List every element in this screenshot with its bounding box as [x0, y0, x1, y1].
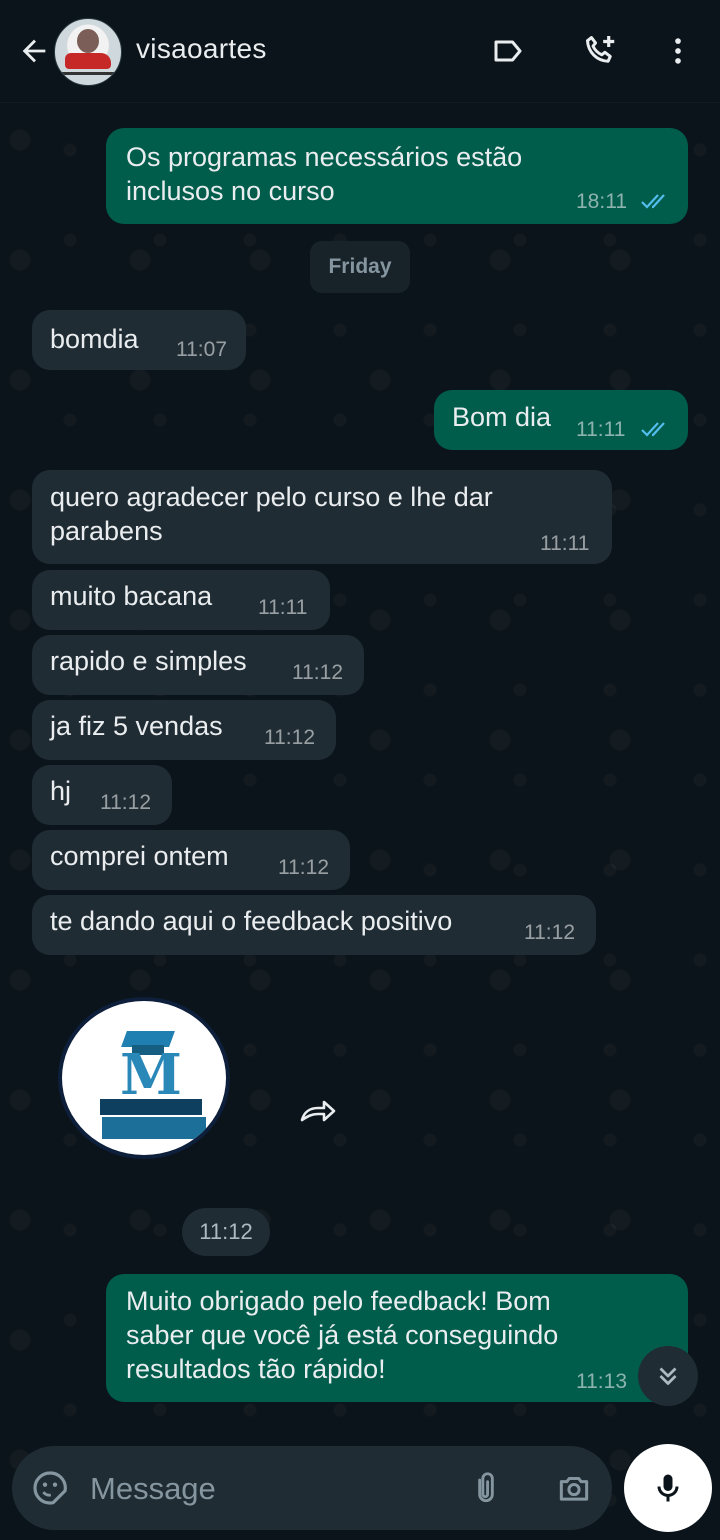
message-time: 11:11 — [258, 596, 308, 619]
avatar-caption — [61, 72, 115, 75]
message-time: 11:12 — [278, 856, 329, 879]
chevron-double-down-icon — [659, 1367, 677, 1385]
message-time: 11:07 — [176, 338, 227, 361]
message-time: 11:11 — [540, 532, 590, 555]
sticker-letter: M — [120, 1042, 182, 1108]
sticker-band-bottom — [102, 1117, 206, 1139]
mic-icon — [657, 1474, 679, 1502]
message-text: resultados tão rápido! — [126, 1354, 386, 1384]
message-text: te dando aqui o feedback positivo — [50, 906, 453, 936]
message-text: bomdia — [50, 324, 139, 354]
more-vert-icon — [675, 38, 681, 64]
message-bubble-incoming[interactable]: muito bacana 11:11 — [32, 570, 330, 630]
message-bubble-incoming[interactable]: bomdia 11:07 — [32, 310, 246, 370]
add-call-button[interactable] — [578, 29, 622, 73]
sticker-message[interactable]: M — [58, 997, 230, 1159]
message-time: 11:12 — [524, 921, 575, 944]
sticker-time: 11:12 — [182, 1208, 270, 1256]
message-text: ja fiz 5 vendas — [50, 711, 223, 741]
message-text: Muito obrigado pelo feedback! Bom — [126, 1286, 551, 1316]
message-text: quero agradecer pelo curso e lhe dar — [50, 482, 493, 512]
message-text: Os programas necessários estão — [126, 142, 523, 172]
scroll-to-bottom-button[interactable] — [638, 1346, 698, 1406]
message-bubble-incoming[interactable]: rapido e simples 11:12 — [32, 635, 364, 695]
message-text: muito bacana — [50, 581, 213, 611]
contact-avatar[interactable] — [54, 18, 122, 86]
message-bubble-incoming[interactable]: ja fiz 5 vendas 11:12 — [32, 700, 336, 760]
message-text: saber que você já está conseguindo — [126, 1320, 559, 1350]
message-input[interactable] — [88, 1464, 452, 1514]
forward-icon — [300, 1100, 336, 1122]
message-text: parabens — [50, 516, 163, 546]
day-separator: Friday — [310, 241, 410, 293]
message-text: comprei ontem — [50, 841, 229, 871]
forward-button[interactable] — [294, 1087, 342, 1135]
read-ticks-icon — [641, 194, 665, 209]
message-text: hj — [50, 776, 72, 806]
message-time: 11:12 — [292, 661, 343, 684]
message-time: 11:12 — [264, 726, 315, 749]
message-time: 11:11 — [576, 418, 626, 441]
attach-button[interactable] — [464, 1466, 508, 1510]
voice-message-button[interactable] — [624, 1444, 712, 1532]
message-bubble-incoming[interactable]: te dando aqui o feedback positivo 11:12 — [32, 895, 596, 955]
label-icon — [494, 40, 522, 62]
camera-icon — [559, 1476, 589, 1501]
sticker-button[interactable] — [28, 1466, 72, 1510]
avatar-face — [77, 29, 99, 53]
camera-button[interactable] — [550, 1466, 598, 1510]
message-bubble-outgoing[interactable]: Muito obrigado pelo feedback! Bom saber … — [106, 1274, 688, 1402]
label-button[interactable] — [486, 29, 530, 73]
sticker-band-top — [100, 1099, 202, 1115]
message-text: Bom dia — [452, 402, 552, 432]
paperclip-icon — [478, 1472, 494, 1503]
back-button[interactable] — [14, 31, 54, 71]
message-time: 11:12 — [100, 791, 151, 814]
sticker-emoji-icon — [33, 1471, 67, 1505]
message-list[interactable]: Os programas necessários estão inclusos … — [0, 102, 720, 1432]
message-bubble-outgoing[interactable]: Bom dia 11:11 — [434, 390, 688, 450]
message-composer — [12, 1446, 612, 1530]
message-time: 18:11 — [576, 190, 627, 213]
contact-name[interactable]: visaoartes — [136, 33, 267, 65]
more-options-button[interactable] — [656, 29, 700, 73]
message-text: inclusos no curso — [126, 176, 335, 206]
read-ticks-icon — [641, 422, 665, 437]
message-bubble-outgoing[interactable]: Os programas necessários estão inclusos … — [106, 128, 688, 224]
message-bubble-incoming[interactable]: quero agradecer pelo curso e lhe dar par… — [32, 470, 612, 564]
message-time: 11:13 — [576, 1370, 627, 1393]
add-call-icon — [585, 35, 615, 63]
message-text: rapido e simples — [50, 646, 247, 676]
avatar-car — [65, 53, 111, 69]
back-arrow-icon — [22, 39, 46, 63]
message-bubble-incoming[interactable]: comprei ontem 11:12 — [32, 830, 350, 890]
message-bubble-incoming[interactable]: hj 11:12 — [32, 765, 172, 825]
chat-header: visaoartes — [0, 0, 720, 103]
